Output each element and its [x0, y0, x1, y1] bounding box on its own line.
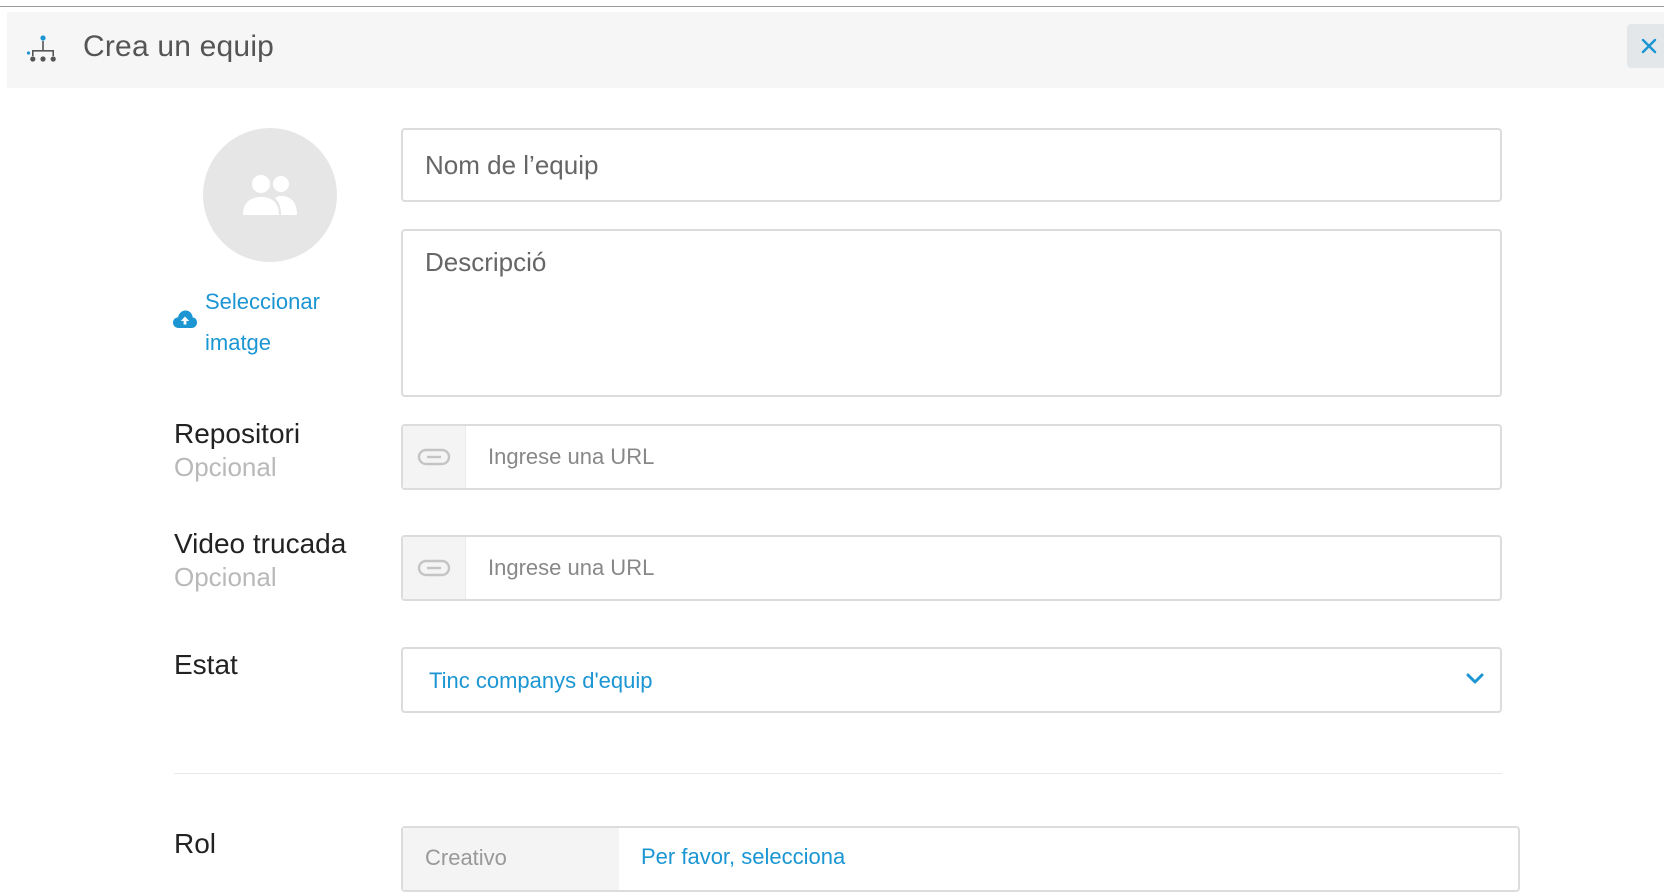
- select-image-label: Seleccionar imatge: [205, 289, 320, 355]
- status-selected-value: Tinc companys d'equip: [429, 668, 653, 693]
- repository-label-group: Repositori Opcional: [174, 417, 300, 483]
- video-call-link-addon: [403, 537, 466, 599]
- status-label-group: Estat: [174, 648, 238, 682]
- video-call-url-field[interactable]: [401, 535, 1502, 601]
- repository-optional-hint: Opcional: [174, 452, 277, 482]
- repository-url-input[interactable]: [466, 426, 1500, 488]
- team-name-input[interactable]: [403, 130, 1500, 200]
- role-label: Rol: [174, 828, 217, 859]
- section-divider: [174, 773, 1502, 774]
- description-field[interactable]: [401, 229, 1502, 397]
- dialog-header: Crea un equip: [7, 12, 1664, 88]
- video-call-optional-hint: Opcional: [174, 562, 277, 592]
- team-name-field[interactable]: [401, 128, 1502, 202]
- description-input[interactable]: [403, 231, 1500, 395]
- link-icon: [417, 448, 451, 466]
- dialog-title: Crea un equip: [83, 30, 275, 63]
- top-border-line: [0, 6, 1664, 7]
- close-button[interactable]: [1627, 24, 1664, 68]
- team-hierarchy-icon: [26, 32, 60, 66]
- cloud-upload-icon: [173, 310, 197, 328]
- team-avatar[interactable]: [203, 128, 337, 262]
- role-field[interactable]: Creativo Per favor, selecciona: [401, 826, 1520, 892]
- video-call-label: Video trucada: [174, 528, 347, 559]
- repository-url-field[interactable]: [401, 424, 1502, 490]
- select-image-link[interactable]: Seleccionar imatge: [172, 281, 362, 363]
- users-icon: [243, 175, 297, 215]
- repository-label: Repositori: [174, 418, 301, 449]
- close-icon: [1641, 38, 1657, 54]
- chevron-down-icon: [1466, 673, 1484, 684]
- link-icon: [417, 559, 451, 577]
- repository-link-addon: [403, 426, 466, 488]
- status-select[interactable]: Tinc companys d'equip: [401, 647, 1502, 713]
- video-call-url-input[interactable]: [466, 537, 1500, 599]
- role-label-group: Rol: [174, 827, 216, 861]
- status-label: Estat: [174, 649, 238, 680]
- video-call-label-group: Video trucada Opcional: [174, 527, 346, 593]
